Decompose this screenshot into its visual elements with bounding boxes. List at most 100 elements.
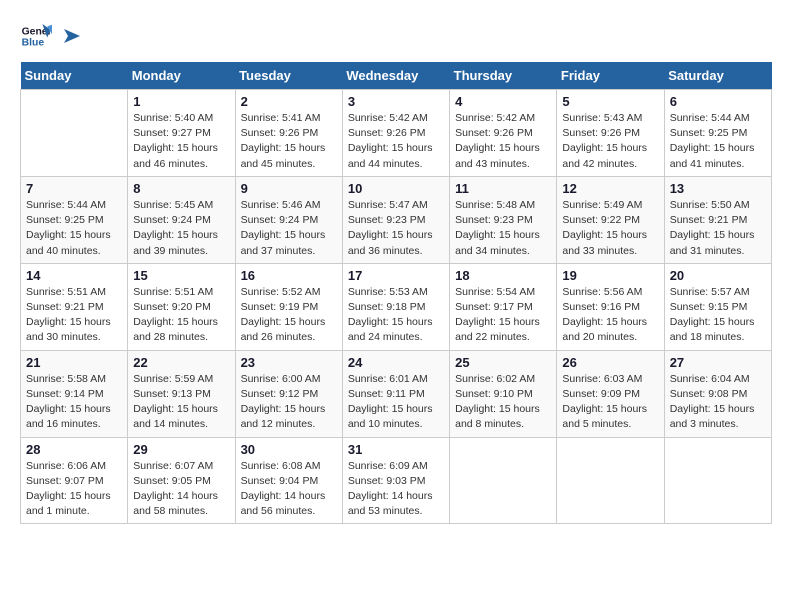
day-content: Sunrise: 5:57 AM Sunset: 9:15 PM Dayligh… xyxy=(670,285,766,346)
day-number: 10 xyxy=(348,181,444,196)
day-content: Sunrise: 5:59 AM Sunset: 9:13 PM Dayligh… xyxy=(133,372,229,433)
day-number: 30 xyxy=(241,442,337,457)
calendar-cell: 16 Sunrise: 5:52 AM Sunset: 9:19 PM Dayli… xyxy=(235,263,342,350)
calendar-cell: 15 Sunrise: 5:51 AM Sunset: 9:20 PM Dayli… xyxy=(128,263,235,350)
calendar-cell: 30 Sunrise: 6:08 AM Sunset: 9:04 PM Dayli… xyxy=(235,437,342,524)
day-content: Sunrise: 6:06 AM Sunset: 9:07 PM Dayligh… xyxy=(26,459,122,520)
logo: General Blue xyxy=(20,20,82,52)
day-number: 31 xyxy=(348,442,444,457)
day-number: 5 xyxy=(562,94,658,109)
calendar-cell: 28 Sunrise: 6:06 AM Sunset: 9:07 PM Dayli… xyxy=(21,437,128,524)
day-content: Sunrise: 5:43 AM Sunset: 9:26 PM Dayligh… xyxy=(562,111,658,172)
day-number: 4 xyxy=(455,94,551,109)
day-content: Sunrise: 6:00 AM Sunset: 9:12 PM Dayligh… xyxy=(241,372,337,433)
day-content: Sunrise: 5:40 AM Sunset: 9:27 PM Dayligh… xyxy=(133,111,229,172)
weekday-header-row: SundayMondayTuesdayWednesdayThursdayFrid… xyxy=(21,62,772,90)
day-content: Sunrise: 5:54 AM Sunset: 9:17 PM Dayligh… xyxy=(455,285,551,346)
day-content: Sunrise: 6:03 AM Sunset: 9:09 PM Dayligh… xyxy=(562,372,658,433)
day-number: 1 xyxy=(133,94,229,109)
calendar-cell: 25Sunrise: 6:02 AM Sunset: 9:10 PM Dayli… xyxy=(450,350,557,437)
day-content: Sunrise: 6:02 AM Sunset: 9:10 PM Dayligh… xyxy=(455,372,551,433)
day-content: Sunrise: 5:44 AM Sunset: 9:25 PM Dayligh… xyxy=(26,198,122,259)
day-content: Sunrise: 6:04 AM Sunset: 9:08 PM Dayligh… xyxy=(670,372,766,433)
calendar-cell xyxy=(557,437,664,524)
calendar-week-row: 7 Sunrise: 5:44 AM Sunset: 9:25 PM Daylig… xyxy=(21,176,772,263)
day-content: Sunrise: 5:42 AM Sunset: 9:26 PM Dayligh… xyxy=(348,111,444,172)
day-content: Sunrise: 6:07 AM Sunset: 9:05 PM Dayligh… xyxy=(133,459,229,520)
calendar-cell: 31 Sunrise: 6:09 AM Sunset: 9:03 PM Dayli… xyxy=(342,437,449,524)
day-content: Sunrise: 5:56 AM Sunset: 9:16 PM Dayligh… xyxy=(562,285,658,346)
day-content: Sunrise: 5:49 AM Sunset: 9:22 PM Dayligh… xyxy=(562,198,658,259)
calendar-cell: 5 Sunrise: 5:43 AM Sunset: 9:26 PM Daylig… xyxy=(557,90,664,177)
day-number: 22 xyxy=(133,355,229,370)
day-content: Sunrise: 5:42 AM Sunset: 9:26 PM Dayligh… xyxy=(455,111,551,172)
calendar-cell xyxy=(664,437,771,524)
page-container: General Blue SundayMondayTuesdayWednesda… xyxy=(20,20,772,524)
logo-arrow-icon xyxy=(60,25,82,47)
calendar-cell: 12 Sunrise: 5:49 AM Sunset: 9:22 PM Dayli… xyxy=(557,176,664,263)
day-number: 15 xyxy=(133,268,229,283)
day-content: Sunrise: 5:58 AM Sunset: 9:14 PM Dayligh… xyxy=(26,372,122,433)
day-content: Sunrise: 5:53 AM Sunset: 9:18 PM Dayligh… xyxy=(348,285,444,346)
calendar-cell: 8 Sunrise: 5:45 AM Sunset: 9:24 PM Daylig… xyxy=(128,176,235,263)
calendar-cell xyxy=(21,90,128,177)
calendar-cell: 7 Sunrise: 5:44 AM Sunset: 9:25 PM Daylig… xyxy=(21,176,128,263)
day-number: 3 xyxy=(348,94,444,109)
calendar-table: SundayMondayTuesdayWednesdayThursdayFrid… xyxy=(20,62,772,524)
calendar-week-row: 1 Sunrise: 5:40 AM Sunset: 9:27 PM Daylig… xyxy=(21,90,772,177)
day-content: Sunrise: 5:51 AM Sunset: 9:21 PM Dayligh… xyxy=(26,285,122,346)
calendar-week-row: 21 Sunrise: 5:58 AM Sunset: 9:14 PM Dayli… xyxy=(21,350,772,437)
day-content: Sunrise: 5:47 AM Sunset: 9:23 PM Dayligh… xyxy=(348,198,444,259)
calendar-cell: 24Sunrise: 6:01 AM Sunset: 9:11 PM Dayli… xyxy=(342,350,449,437)
day-number: 20 xyxy=(670,268,766,283)
day-number: 14 xyxy=(26,268,122,283)
calendar-cell xyxy=(450,437,557,524)
calendar-cell: 9Sunrise: 5:46 AM Sunset: 9:24 PM Daylig… xyxy=(235,176,342,263)
day-number: 8 xyxy=(133,181,229,196)
day-number: 21 xyxy=(26,355,122,370)
weekday-header-sunday: Sunday xyxy=(21,62,128,90)
day-number: 24 xyxy=(348,355,444,370)
day-number: 9 xyxy=(241,181,337,196)
svg-text:Blue: Blue xyxy=(22,38,45,49)
day-number: 23 xyxy=(241,355,337,370)
calendar-cell: 23 Sunrise: 6:00 AM Sunset: 9:12 PM Dayli… xyxy=(235,350,342,437)
day-content: Sunrise: 5:51 AM Sunset: 9:20 PM Dayligh… xyxy=(133,285,229,346)
calendar-cell: 3 Sunrise: 5:42 AM Sunset: 9:26 PM Daylig… xyxy=(342,90,449,177)
day-content: Sunrise: 5:52 AM Sunset: 9:19 PM Dayligh… xyxy=(241,285,337,346)
day-number: 13 xyxy=(670,181,766,196)
day-number: 19 xyxy=(562,268,658,283)
weekday-header-tuesday: Tuesday xyxy=(235,62,342,90)
day-number: 27 xyxy=(670,355,766,370)
calendar-cell: 27 Sunrise: 6:04 AM Sunset: 9:08 PM Dayli… xyxy=(664,350,771,437)
calendar-cell: 13Sunrise: 5:50 AM Sunset: 9:21 PM Dayli… xyxy=(664,176,771,263)
day-content: Sunrise: 5:41 AM Sunset: 9:26 PM Dayligh… xyxy=(241,111,337,172)
logo-icon: General Blue xyxy=(20,20,52,52)
calendar-week-row: 28 Sunrise: 6:06 AM Sunset: 9:07 PM Dayli… xyxy=(21,437,772,524)
weekday-header-saturday: Saturday xyxy=(664,62,771,90)
day-content: Sunrise: 5:45 AM Sunset: 9:24 PM Dayligh… xyxy=(133,198,229,259)
day-number: 6 xyxy=(670,94,766,109)
day-number: 29 xyxy=(133,442,229,457)
day-number: 2 xyxy=(241,94,337,109)
day-number: 11 xyxy=(455,181,551,196)
day-number: 16 xyxy=(241,268,337,283)
calendar-cell: 20 Sunrise: 5:57 AM Sunset: 9:15 PM Dayli… xyxy=(664,263,771,350)
day-content: Sunrise: 5:44 AM Sunset: 9:25 PM Dayligh… xyxy=(670,111,766,172)
day-content: Sunrise: 6:08 AM Sunset: 9:04 PM Dayligh… xyxy=(241,459,337,520)
calendar-cell: 18Sunrise: 5:54 AM Sunset: 9:17 PM Dayli… xyxy=(450,263,557,350)
calendar-cell: 22 Sunrise: 5:59 AM Sunset: 9:13 PM Dayli… xyxy=(128,350,235,437)
day-content: Sunrise: 6:09 AM Sunset: 9:03 PM Dayligh… xyxy=(348,459,444,520)
calendar-cell: 2 Sunrise: 5:41 AM Sunset: 9:26 PM Daylig… xyxy=(235,90,342,177)
day-number: 28 xyxy=(26,442,122,457)
calendar-cell: 11Sunrise: 5:48 AM Sunset: 9:23 PM Dayli… xyxy=(450,176,557,263)
day-number: 26 xyxy=(562,355,658,370)
calendar-week-row: 14 Sunrise: 5:51 AM Sunset: 9:21 PM Dayli… xyxy=(21,263,772,350)
day-number: 7 xyxy=(26,181,122,196)
calendar-cell: 10 Sunrise: 5:47 AM Sunset: 9:23 PM Dayli… xyxy=(342,176,449,263)
day-number: 17 xyxy=(348,268,444,283)
day-number: 12 xyxy=(562,181,658,196)
calendar-cell: 19 Sunrise: 5:56 AM Sunset: 9:16 PM Dayli… xyxy=(557,263,664,350)
calendar-cell: 26 Sunrise: 6:03 AM Sunset: 9:09 PM Dayli… xyxy=(557,350,664,437)
weekday-header-monday: Monday xyxy=(128,62,235,90)
